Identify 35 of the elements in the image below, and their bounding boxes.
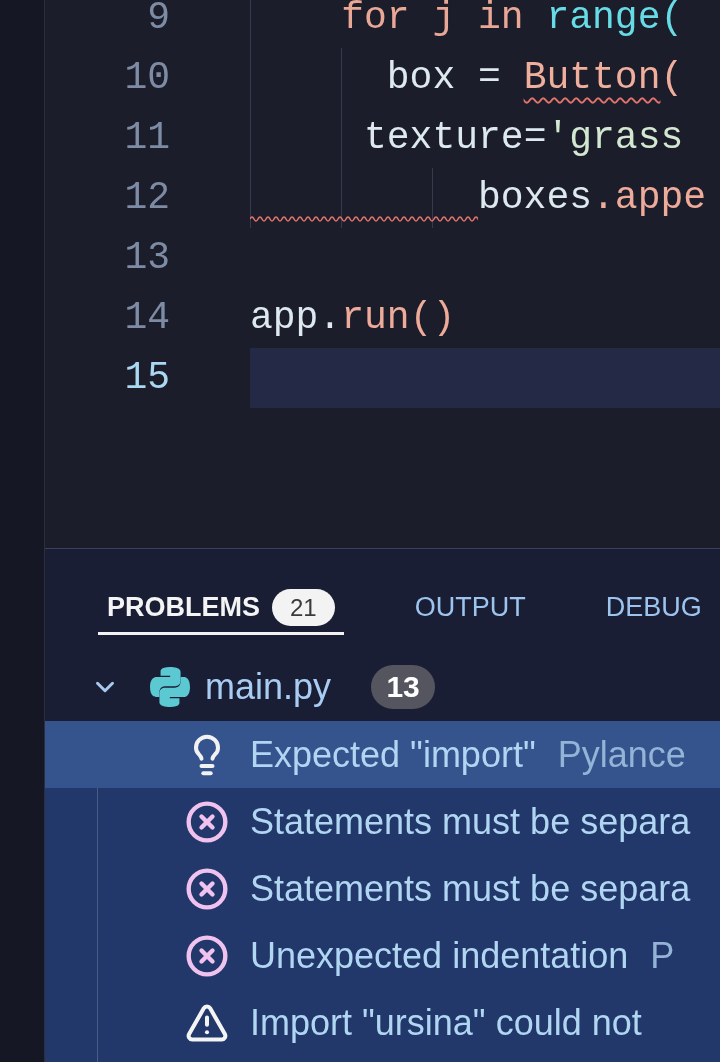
panel-tab[interactable]: PROBLEMS 21	[98, 583, 344, 635]
problem-item[interactable]: Import "ursina" could not	[45, 989, 720, 1056]
line-number: 9	[146, 0, 170, 40]
indent-guide	[432, 168, 434, 228]
line-number: 11	[123, 116, 170, 160]
problem-message: Unexpected indentation	[250, 934, 629, 977]
line-number: 12	[123, 176, 170, 220]
line-number: 15	[123, 356, 170, 400]
problem-message: Import "ursina" could not	[250, 1001, 642, 1044]
panel-tab[interactable]: DEBUG	[596, 583, 711, 635]
problem-source: Pylance	[557, 733, 686, 776]
file-name[interactable]: main.py	[205, 666, 332, 708]
count-badge: 13	[371, 665, 436, 709]
line-number: 13	[123, 236, 170, 280]
code-line: texture='grass	[364, 116, 684, 160]
code-line: for j in range(	[341, 0, 684, 40]
problem-message: Statements must be separa	[250, 800, 691, 843]
error-icon	[185, 799, 229, 844]
code-line: app.run()	[250, 296, 456, 340]
code-line: box = Button(	[386, 56, 684, 100]
error-icon	[185, 933, 229, 978]
count-badge: 21	[272, 589, 335, 626]
line-number: 14	[123, 296, 170, 340]
error-icon	[185, 866, 229, 911]
problem-item[interactable]: Statements must be separa	[45, 788, 720, 855]
problem-item[interactable]: Expected "import" Pylance	[45, 721, 720, 788]
problem-source: P	[650, 934, 675, 977]
problem-message: Expected "import"	[250, 733, 536, 776]
code-line: boxes.appe	[478, 176, 707, 220]
python-file-icon	[150, 667, 190, 707]
problem-message: Statements must be separa	[250, 867, 691, 910]
line-number: 10	[123, 56, 170, 100]
problem-item[interactable]: Unexpected indentation P	[45, 922, 720, 989]
panel-tab[interactable]: OUTPUT	[405, 583, 535, 635]
problem-item[interactable]: Statements must be separa	[45, 855, 720, 922]
